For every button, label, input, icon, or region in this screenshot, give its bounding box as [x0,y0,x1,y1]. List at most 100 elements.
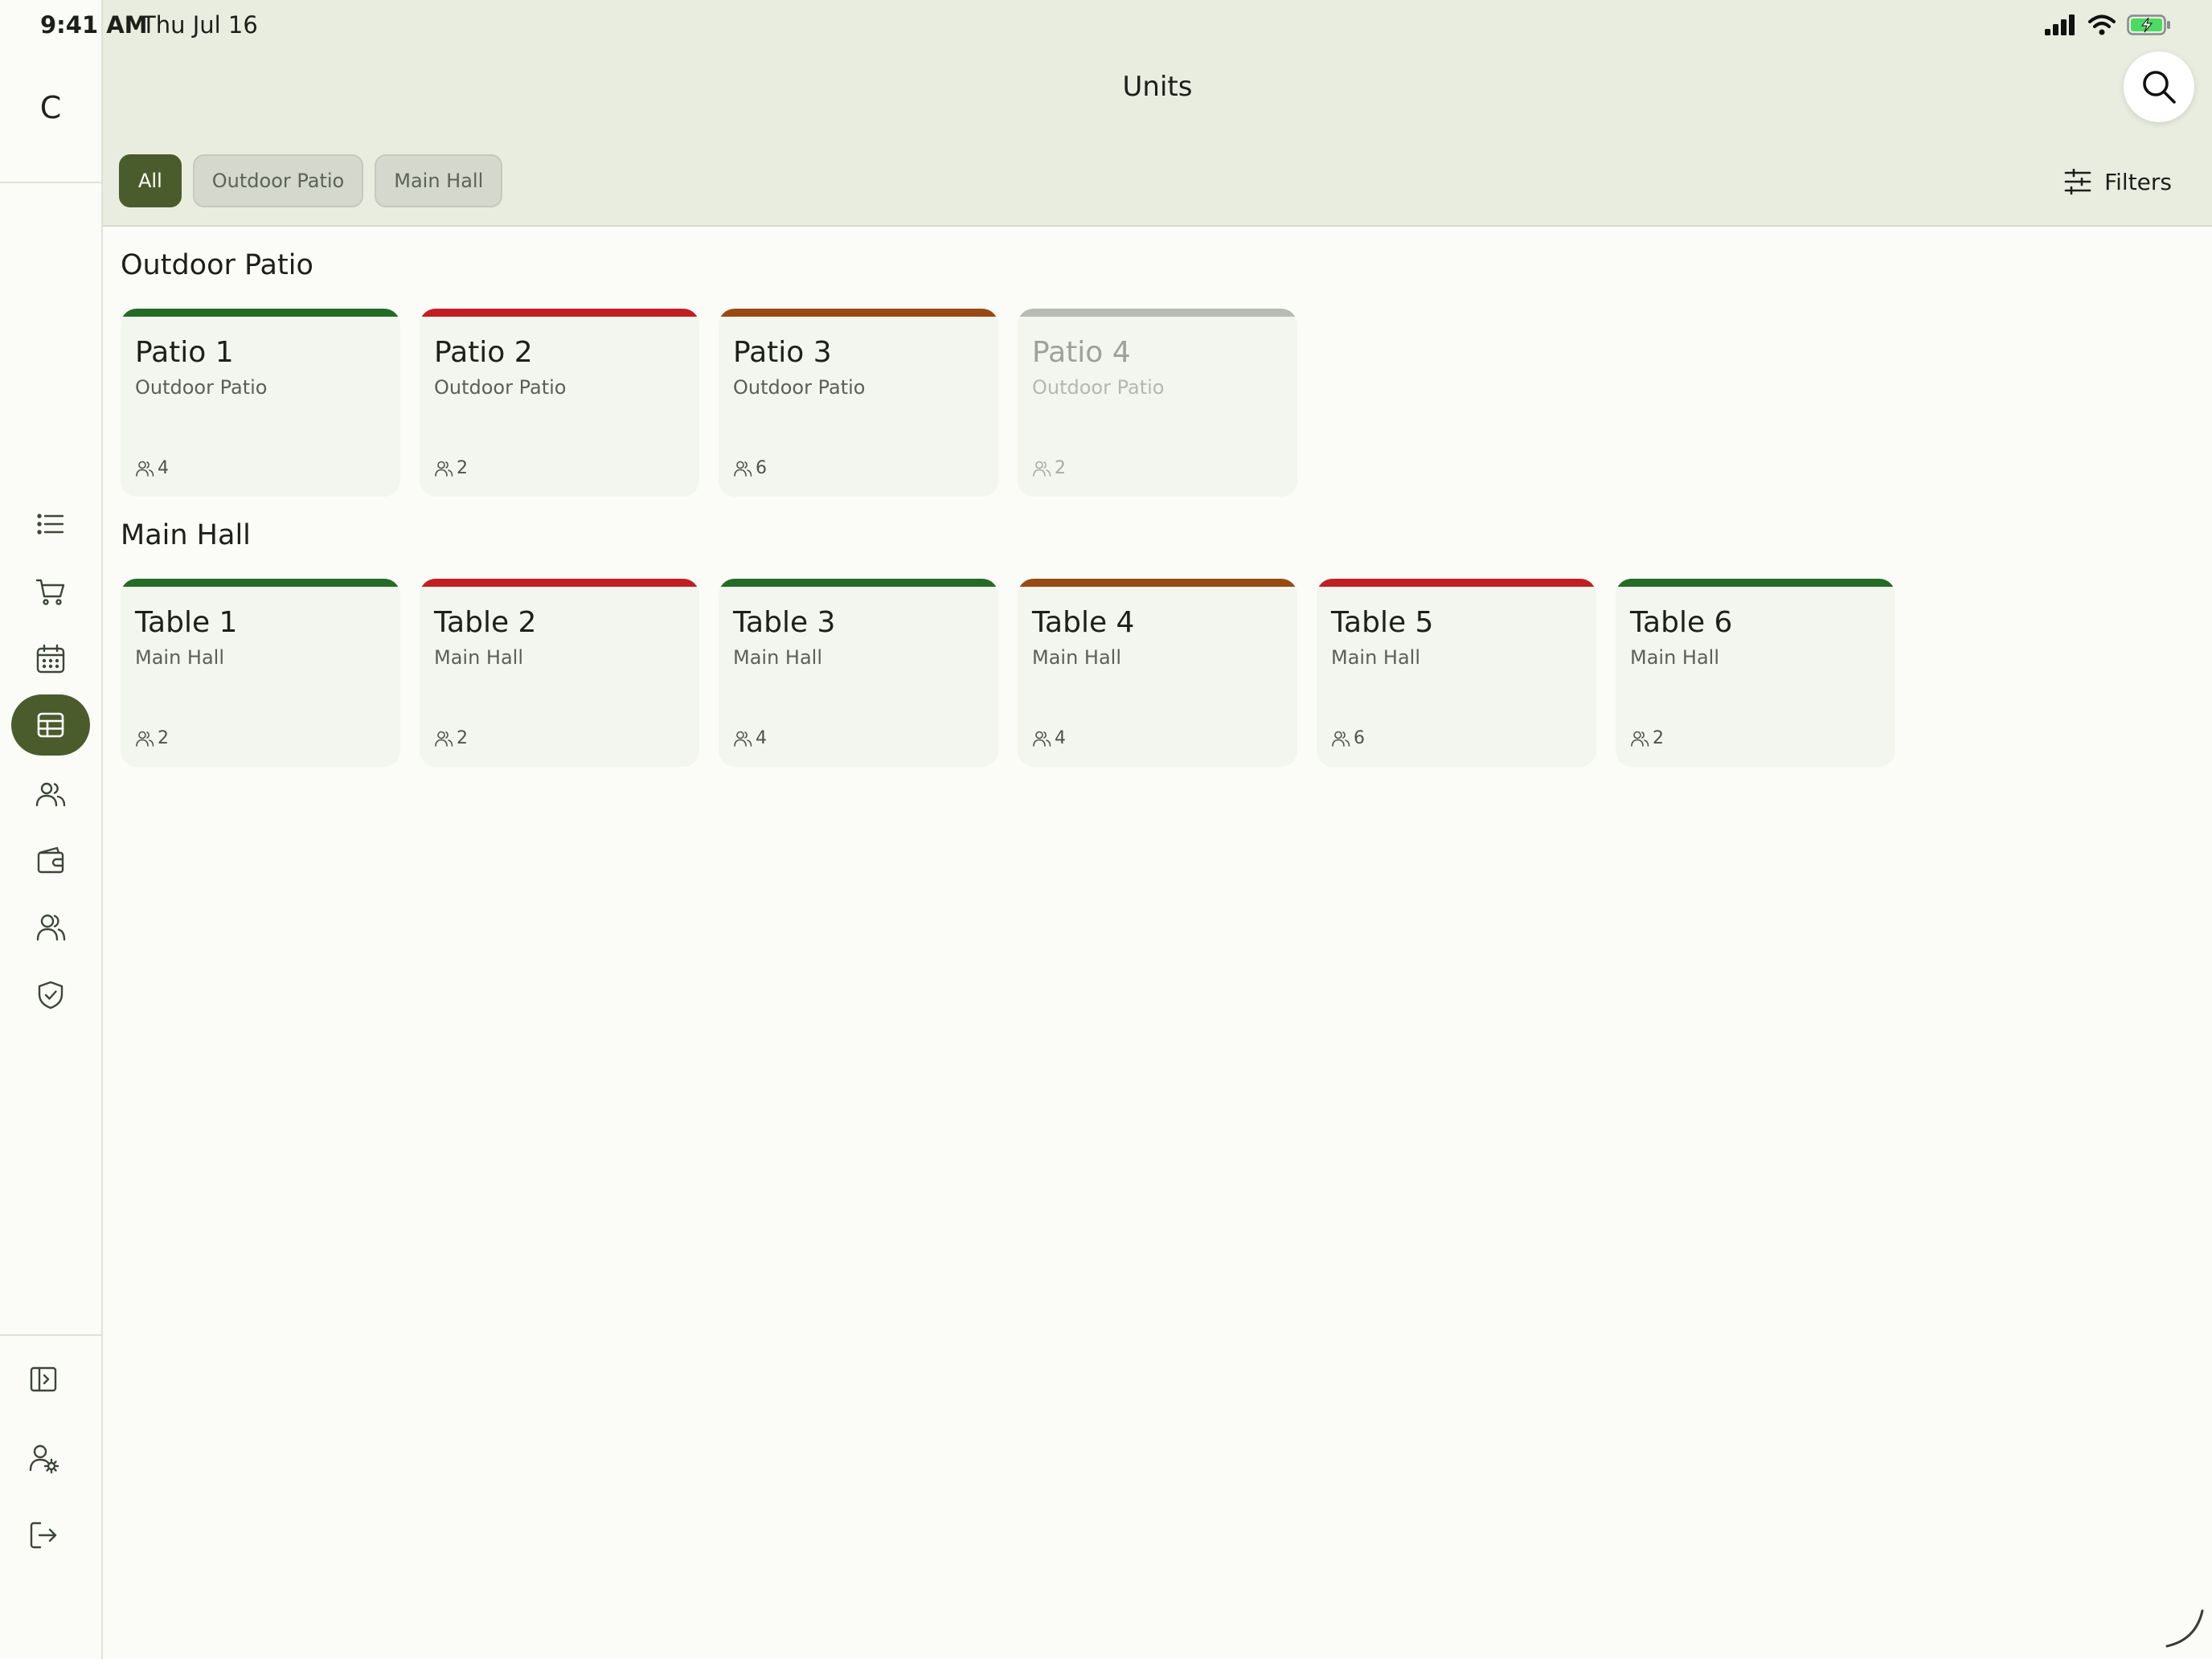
logout-button[interactable] [14,1506,72,1564]
unit-seats: 2 [158,728,169,748]
unit-capacity: 2 [135,728,169,748]
unit-name: Patio 1 [135,336,234,369]
filters-label: Filters [2104,168,2172,195]
status-bar-orange [1018,579,1297,587]
page-title: Units [1122,71,1193,103]
guests-icon [1033,461,1051,477]
unit-name: Table 5 [1331,606,1434,639]
status-bar: 9:41 AM Thu Jul 16 [0,0,2212,51]
brand-logo: C [39,90,62,125]
sidebar-divider [0,182,101,183]
list-icon [37,514,64,535]
guests-icon [734,461,752,477]
nav-item-customers[interactable] [11,764,90,825]
logout-icon [30,1522,57,1549]
unit-card-patio-4[interactable]: Patio 4 Outdoor Patio 2 [1018,309,1297,497]
unit-area: Main Hall [135,646,225,669]
unit-area: Outdoor Patio [1032,376,1165,399]
status-bar-red [1317,579,1596,587]
sliders-icon [2064,169,2091,195]
sidebar-divider-bottom [0,1334,101,1336]
user-settings-button[interactable] [14,1429,72,1487]
table-icon [37,712,64,738]
shield-check-icon [38,981,63,1010]
chip-all[interactable]: All [119,154,182,207]
unit-card-table-6[interactable]: Table 6 Main Hall 2 [1616,579,1895,767]
search-button[interactable] [2124,51,2194,122]
nav-item-cart[interactable] [11,561,90,622]
unit-capacity: 4 [733,728,767,748]
wallet-icon [37,846,64,874]
status-bar-orange [719,309,998,317]
status-bar-green [1616,579,1895,587]
unit-area: Outdoor Patio [135,376,268,399]
unit-name: Patio 4 [1032,336,1131,369]
guests-icon [734,731,752,747]
guests-icon [435,461,453,477]
status-time: 9:41 AM [40,11,148,39]
status-bar-gray [1018,309,1297,317]
unit-area: Main Hall [1032,646,1122,669]
unit-name: Table 3 [733,606,836,639]
unit-card-patio-1[interactable]: Patio 1 Outdoor Patio 4 [121,309,400,497]
unit-capacity: 4 [135,458,169,478]
sidebar-expand-icon [30,1366,57,1392]
unit-seats: 4 [158,458,169,478]
chip-outdoor-patio[interactable]: Outdoor Patio [192,154,364,207]
nav-item-team[interactable] [11,897,90,958]
unit-card-table-1[interactable]: Table 1 Main Hall 2 [121,579,400,767]
section-title-outdoor-patio: Outdoor Patio [121,249,313,281]
nav-item-list[interactable] [11,494,90,555]
unit-capacity: 2 [434,728,468,748]
users-icon [35,782,66,807]
status-bar-green [121,579,400,587]
unit-name: Table 1 [135,606,238,639]
guests-icon [435,731,453,747]
unit-area: Outdoor Patio [434,376,567,399]
unit-capacity: 4 [1032,728,1066,748]
unit-area: Main Hall [434,646,524,669]
unit-card-patio-2[interactable]: Patio 2 Outdoor Patio 2 [420,309,699,497]
cart-icon [35,579,65,605]
nav-item-wallet[interactable] [11,830,90,891]
unit-name: Patio 2 [434,336,533,369]
sidebar: C [0,0,103,1659]
unit-name: Table 6 [1630,606,1733,639]
unit-capacity: 2 [1630,728,1664,748]
unit-name: Table 2 [434,606,537,639]
unit-capacity: 2 [1032,458,1066,478]
unit-area: Outdoor Patio [733,376,866,399]
unit-card-patio-3[interactable]: Patio 3 Outdoor Patio 6 [719,309,998,497]
nav-item-security[interactable] [11,965,90,1026]
unit-seats: 4 [756,728,767,748]
unit-capacity: 6 [1331,728,1365,748]
status-icons [2045,14,2172,35]
unit-area: Main Hall [733,646,823,669]
sidebar-expand-button[interactable] [14,1350,72,1408]
unit-card-table-5[interactable]: Table 5 Main Hall 6 [1317,579,1596,767]
wifi-icon [2088,14,2116,35]
unit-card-table-4[interactable]: Table 4 Main Hall 4 [1018,579,1297,767]
unit-seats: 6 [1354,728,1365,748]
unit-card-table-3[interactable]: Table 3 Main Hall 4 [719,579,998,767]
unit-capacity: 2 [434,458,468,478]
nav-item-units[interactable] [11,694,90,756]
status-bar-red [420,309,699,317]
nav-item-calendar[interactable] [11,629,90,690]
status-bar-green [121,309,400,317]
guests-icon [1332,731,1350,747]
guests-icon [136,731,154,747]
section-title-main-hall: Main Hall [121,519,251,551]
unit-seats: 6 [756,458,767,478]
unit-seats: 2 [1055,458,1066,478]
chip-main-hall[interactable]: Main Hall [375,154,503,207]
unit-seats: 2 [457,458,468,478]
user-settings-icon [29,1444,59,1474]
filters-button[interactable]: Filters [2064,161,2172,203]
guests-icon [136,461,154,477]
unit-seats: 2 [457,728,468,748]
search-icon [2143,71,2176,104]
unit-card-table-2[interactable]: Table 2 Main Hall 2 [420,579,699,767]
guests-icon [1631,731,1649,747]
unit-name: Table 4 [1032,606,1135,639]
